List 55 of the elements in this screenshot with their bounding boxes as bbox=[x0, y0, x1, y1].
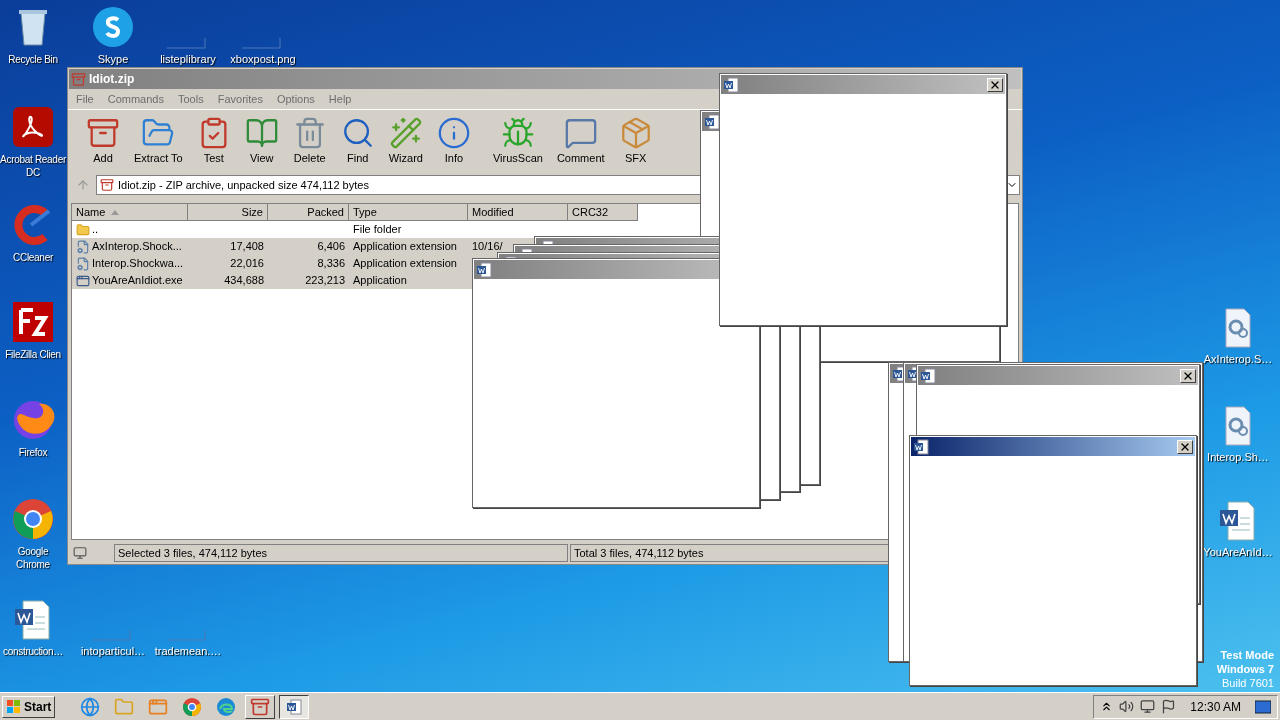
file-type: File folder bbox=[353, 223, 402, 236]
column-header[interactable]: CRC32 bbox=[568, 204, 638, 221]
desktop-icon-label[interactable]: Skype bbox=[97, 53, 129, 66]
system-mode-text: Windows 7 bbox=[1216, 662, 1274, 676]
menu-item[interactable]: Options bbox=[276, 91, 315, 108]
toolbar-button[interactable]: Find bbox=[336, 112, 379, 171]
menu-item[interactable]: Tools bbox=[178, 91, 204, 108]
window-title: Idiot.zip bbox=[89, 71, 135, 88]
desktop-icon-label[interactable]: Acrobat Reader DC bbox=[0, 153, 66, 179]
modified-date: 10/16/ bbox=[472, 240, 503, 253]
file-type: Application bbox=[353, 274, 407, 287]
toolbar-button[interactable]: Info bbox=[432, 112, 475, 171]
clock[interactable]: 12:30 AM bbox=[1182, 697, 1249, 716]
status-text: Total 3 files, 474,112 bytes bbox=[574, 545, 704, 561]
toolbar-button[interactable]: View bbox=[240, 112, 283, 171]
desktop-icon-label[interactable]: construction… bbox=[3, 645, 63, 658]
desktop-icon-label[interactable]: listeplibrary bbox=[160, 53, 216, 66]
desktop-icon-label[interactable]: Firefox bbox=[18, 446, 48, 459]
desktop-icon-label[interactable]: Google Chrome bbox=[0, 545, 66, 571]
desktop-icon-label[interactable]: intoparticul… bbox=[80, 645, 146, 658]
toolbar-button[interactable]: Delete bbox=[288, 112, 331, 171]
toolbar-button[interactable]: Extract To bbox=[130, 112, 187, 171]
file-name: AxInterop.Shock... bbox=[92, 239, 182, 255]
status-text: Selected 3 files, 474,112 bytes bbox=[118, 545, 267, 561]
desktop-icon-label[interactable]: FileZilla Clien bbox=[5, 348, 61, 361]
file-type: Application extension bbox=[353, 257, 457, 270]
desktop-icon-label[interactable]: Recycle Bin bbox=[8, 53, 58, 66]
column-header[interactable]: Size bbox=[188, 204, 268, 221]
toolbar-button[interactable]: Test bbox=[192, 112, 235, 171]
file-size: 17,408 bbox=[230, 240, 264, 253]
desktop-icon-label[interactable]: CCleaner bbox=[13, 251, 53, 264]
system-mode-text: Build 7601 bbox=[1222, 676, 1274, 690]
toolbar-button[interactable]: Comment bbox=[552, 112, 609, 171]
desktop-icon-label[interactable]: xboxpost.png bbox=[230, 53, 296, 66]
column-header[interactable]: Name bbox=[72, 204, 188, 221]
menu-item[interactable]: Commands bbox=[107, 91, 164, 108]
packed-size: 6,406 bbox=[317, 240, 345, 253]
toolbar-button[interactable]: VirusScan bbox=[488, 112, 547, 171]
start-button[interactable]: Start bbox=[2, 695, 56, 718]
toolbar-button[interactable]: Add bbox=[82, 112, 124, 171]
file-size: 22,016 bbox=[230, 257, 264, 270]
menu-item[interactable]: Favorites bbox=[217, 91, 263, 108]
file-name: .. bbox=[92, 222, 99, 238]
file-type: Application extension bbox=[353, 240, 457, 253]
packed-size: 8,336 bbox=[317, 257, 345, 270]
file-size: 434,688 bbox=[224, 274, 264, 287]
column-header[interactable]: Type bbox=[349, 204, 468, 221]
packed-size: 223,213 bbox=[305, 274, 345, 287]
file-name: Interop.Shockwa... bbox=[92, 256, 184, 272]
column-header[interactable]: Modified bbox=[468, 204, 568, 221]
file-name: YouAreAnIdiot.exe bbox=[92, 273, 183, 289]
toolbar-button[interactable]: Wizard bbox=[384, 112, 427, 171]
system-mode-text: Test Mode bbox=[1220, 648, 1274, 662]
column-header[interactable]: Packed bbox=[268, 204, 349, 221]
toolbar-button[interactable]: SFX bbox=[614, 112, 657, 171]
